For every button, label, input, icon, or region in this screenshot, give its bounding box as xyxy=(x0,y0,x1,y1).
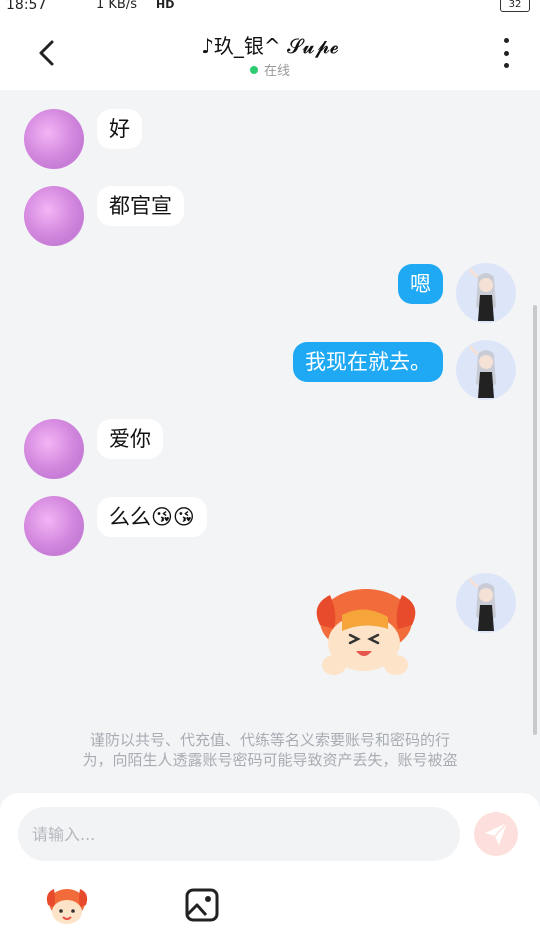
security-warning: 谨防以共号、代充值、代练等名义索要账号和密码的行 为，向陌生人透露账号密码可能导… xyxy=(0,730,540,770)
online-status: 在线 xyxy=(0,60,540,79)
paper-plane-icon xyxy=(485,822,508,845)
chat-header: ♪玖_银^ 𝓢𝓾𝓹𝓮 在线 xyxy=(0,16,540,90)
network-speed: 1 KB/s xyxy=(96,0,137,12)
my-avatar[interactable] xyxy=(456,573,516,633)
message-bubble-incoming[interactable]: 爱你 xyxy=(97,419,163,459)
anime-girl-avatar-icon xyxy=(468,345,496,398)
sticker-button[interactable] xyxy=(44,885,90,927)
image-button[interactable] xyxy=(184,887,220,923)
message-composer xyxy=(0,793,540,951)
peer-avatar[interactable] xyxy=(24,109,84,169)
peer-avatar[interactable] xyxy=(24,186,84,246)
online-status-text: 在线 xyxy=(263,64,290,79)
contact-name: ♪玖_银^ 𝓢𝓾𝓹𝓮 xyxy=(201,34,339,58)
online-dot xyxy=(249,66,258,74)
more-vertical-icon xyxy=(503,38,509,43)
message-bubble-incoming[interactable]: 么么😘😘 xyxy=(97,497,207,537)
send-button[interactable] xyxy=(474,812,518,856)
message-bubble-outgoing[interactable]: 嗯 xyxy=(398,264,443,304)
security-warning-line: 为，向陌生人透露账号密码可能导致资产丢失，账号被盗 xyxy=(82,751,458,769)
peer-avatar[interactable] xyxy=(24,496,84,556)
my-avatar[interactable] xyxy=(456,340,516,400)
peer-avatar[interactable] xyxy=(24,419,84,479)
network-badge: HD xyxy=(156,0,175,11)
message-bubble-incoming[interactable]: 好 xyxy=(97,109,142,149)
my-avatar[interactable] xyxy=(456,263,516,323)
security-warning-line: 谨防以共号、代充值、代练等名义索要账号和密码的行 xyxy=(89,731,450,749)
cartoon-character-sticker-icon xyxy=(316,589,416,675)
status-time: 18:57 xyxy=(6,0,47,13)
message-bubble-outgoing[interactable]: 我现在就去。 xyxy=(293,342,443,382)
more-options-button[interactable] xyxy=(496,38,516,68)
battery-indicator: 32 xyxy=(500,0,530,12)
status-bar: 18:57 1 KB/s HD 32 xyxy=(0,0,540,16)
sticker-icon xyxy=(46,889,88,924)
message-bubble-incoming[interactable]: 都官宣 xyxy=(97,186,184,226)
message-list-scrollbar[interactable] xyxy=(533,305,537,735)
image-icon xyxy=(185,888,219,922)
anime-girl-avatar-icon xyxy=(468,268,496,321)
sticker-message[interactable] xyxy=(308,585,424,681)
anime-girl-avatar-icon xyxy=(468,578,496,631)
message-input[interactable] xyxy=(18,807,460,861)
